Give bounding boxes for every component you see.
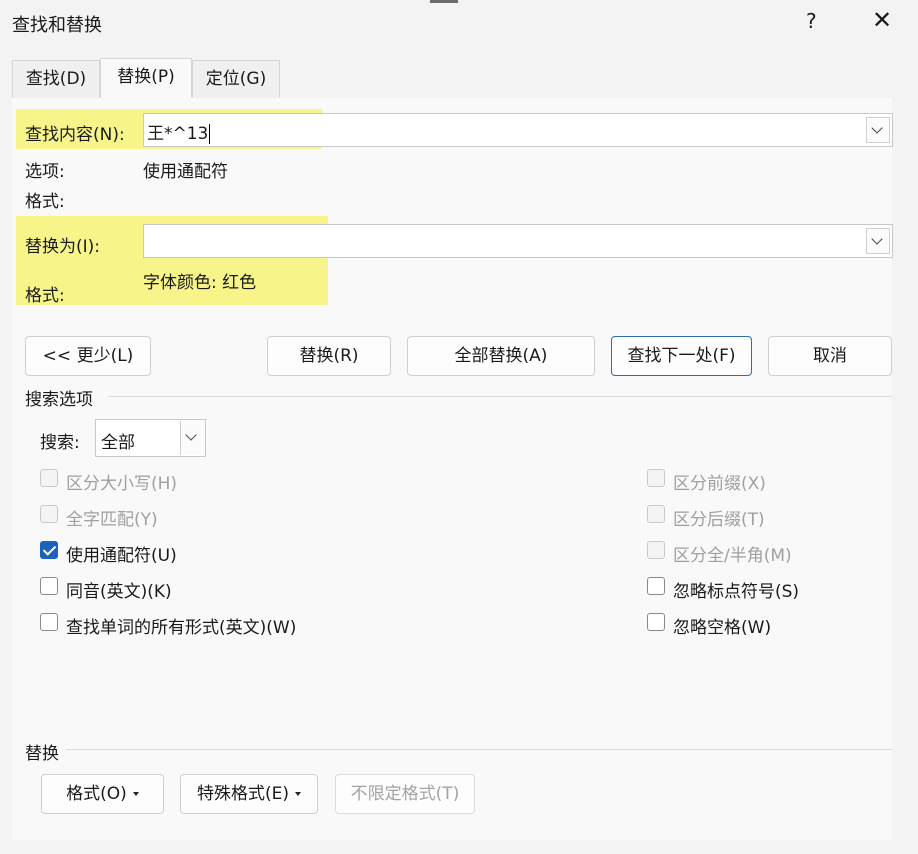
ignore-whitespace-checkbox[interactable] bbox=[647, 613, 665, 631]
tab-find[interactable]: 查找(D) bbox=[12, 60, 100, 98]
match-prefix-label: 区分前缀(X) bbox=[673, 474, 766, 494]
use-wildcards-label: 使用通配符(U) bbox=[66, 546, 177, 566]
ignore-whitespace-label: 忽略空格(W) bbox=[673, 618, 772, 638]
match-suffix-checkbox[interactable] bbox=[647, 505, 665, 523]
sounds-like-label: 同音(英文)(K) bbox=[66, 582, 172, 602]
all-word-forms-label: 查找单词的所有形式(英文)(W) bbox=[66, 618, 297, 638]
title-bar bbox=[0, 0, 918, 46]
search-options-separator bbox=[108, 396, 892, 397]
replace-section-title: 替换 bbox=[25, 744, 59, 764]
options-value: 使用通配符 bbox=[143, 162, 228, 182]
search-direction-label: 搜索: bbox=[40, 433, 80, 453]
match-case-checkbox[interactable] bbox=[40, 469, 58, 487]
format-button[interactable]: 格式(O) bbox=[41, 774, 164, 814]
find-combobox[interactable]: 王*^13 bbox=[143, 113, 893, 147]
find-dropdown-button[interactable] bbox=[866, 117, 890, 143]
search-direction-select[interactable]: 全部 bbox=[95, 419, 206, 457]
find-input: 王*^13 bbox=[147, 124, 211, 144]
all-word-forms-checkbox[interactable] bbox=[40, 613, 58, 631]
match-width-label: 区分全/半角(M) bbox=[673, 546, 792, 566]
search-direction-dropdown[interactable] bbox=[180, 421, 204, 455]
cancel-button[interactable]: 取消 bbox=[768, 336, 892, 376]
match-prefix-checkbox[interactable] bbox=[647, 469, 665, 487]
use-wildcards-checkbox[interactable] bbox=[40, 541, 58, 559]
find-format-label: 格式: bbox=[25, 192, 65, 212]
drag-notch bbox=[430, 0, 458, 3]
match-case-label: 区分大小写(H) bbox=[66, 474, 178, 494]
chevron-down-icon bbox=[871, 233, 883, 245]
search-options-title: 搜索选项 bbox=[25, 390, 93, 410]
chevron-down-icon bbox=[185, 429, 197, 441]
no-formatting-button[interactable]: 不限定格式(T) bbox=[335, 774, 475, 814]
chevron-down-icon bbox=[871, 122, 883, 134]
whole-word-checkbox[interactable] bbox=[40, 505, 58, 523]
ignore-punctuation-checkbox[interactable] bbox=[647, 577, 665, 595]
close-button[interactable]: ✕ bbox=[872, 6, 892, 34]
help-button[interactable]: ? bbox=[806, 9, 817, 33]
match-suffix-label: 区分后缀(T) bbox=[673, 510, 765, 530]
ignore-punctuation-label: 忽略标点符号(S) bbox=[673, 582, 800, 602]
tab-replace[interactable]: 替换(P) bbox=[100, 58, 192, 98]
replace-section-separator bbox=[66, 749, 892, 750]
tab-goto[interactable]: 定位(G) bbox=[192, 60, 280, 98]
find-next-button[interactable]: 查找下一处(F) bbox=[611, 336, 752, 376]
replace-format-label: 格式: bbox=[25, 286, 65, 306]
special-format-button[interactable]: 特殊格式(E) bbox=[180, 774, 318, 814]
replace-label: 替换为(I): bbox=[25, 237, 101, 257]
match-width-checkbox[interactable] bbox=[647, 541, 665, 559]
find-label: 查找内容(N): bbox=[25, 125, 125, 145]
sounds-like-checkbox[interactable] bbox=[40, 577, 58, 595]
replace-dropdown-button[interactable] bbox=[866, 228, 890, 254]
caret-down-icon bbox=[295, 792, 301, 796]
replace-format-value: 字体颜色: 红色 bbox=[143, 273, 257, 293]
dialog-title: 查找和替换 bbox=[12, 15, 102, 36]
caret-down-icon bbox=[132, 792, 139, 796]
options-label: 选项: bbox=[25, 162, 65, 182]
replace-button[interactable]: 替换(R) bbox=[267, 336, 391, 376]
replace-combobox[interactable] bbox=[143, 224, 893, 258]
text-cursor bbox=[209, 124, 211, 144]
whole-word-label: 全字匹配(Y) bbox=[66, 510, 158, 530]
replace-all-button[interactable]: 全部替换(A) bbox=[407, 336, 595, 376]
less-button[interactable]: << 更少(L) bbox=[25, 336, 151, 376]
